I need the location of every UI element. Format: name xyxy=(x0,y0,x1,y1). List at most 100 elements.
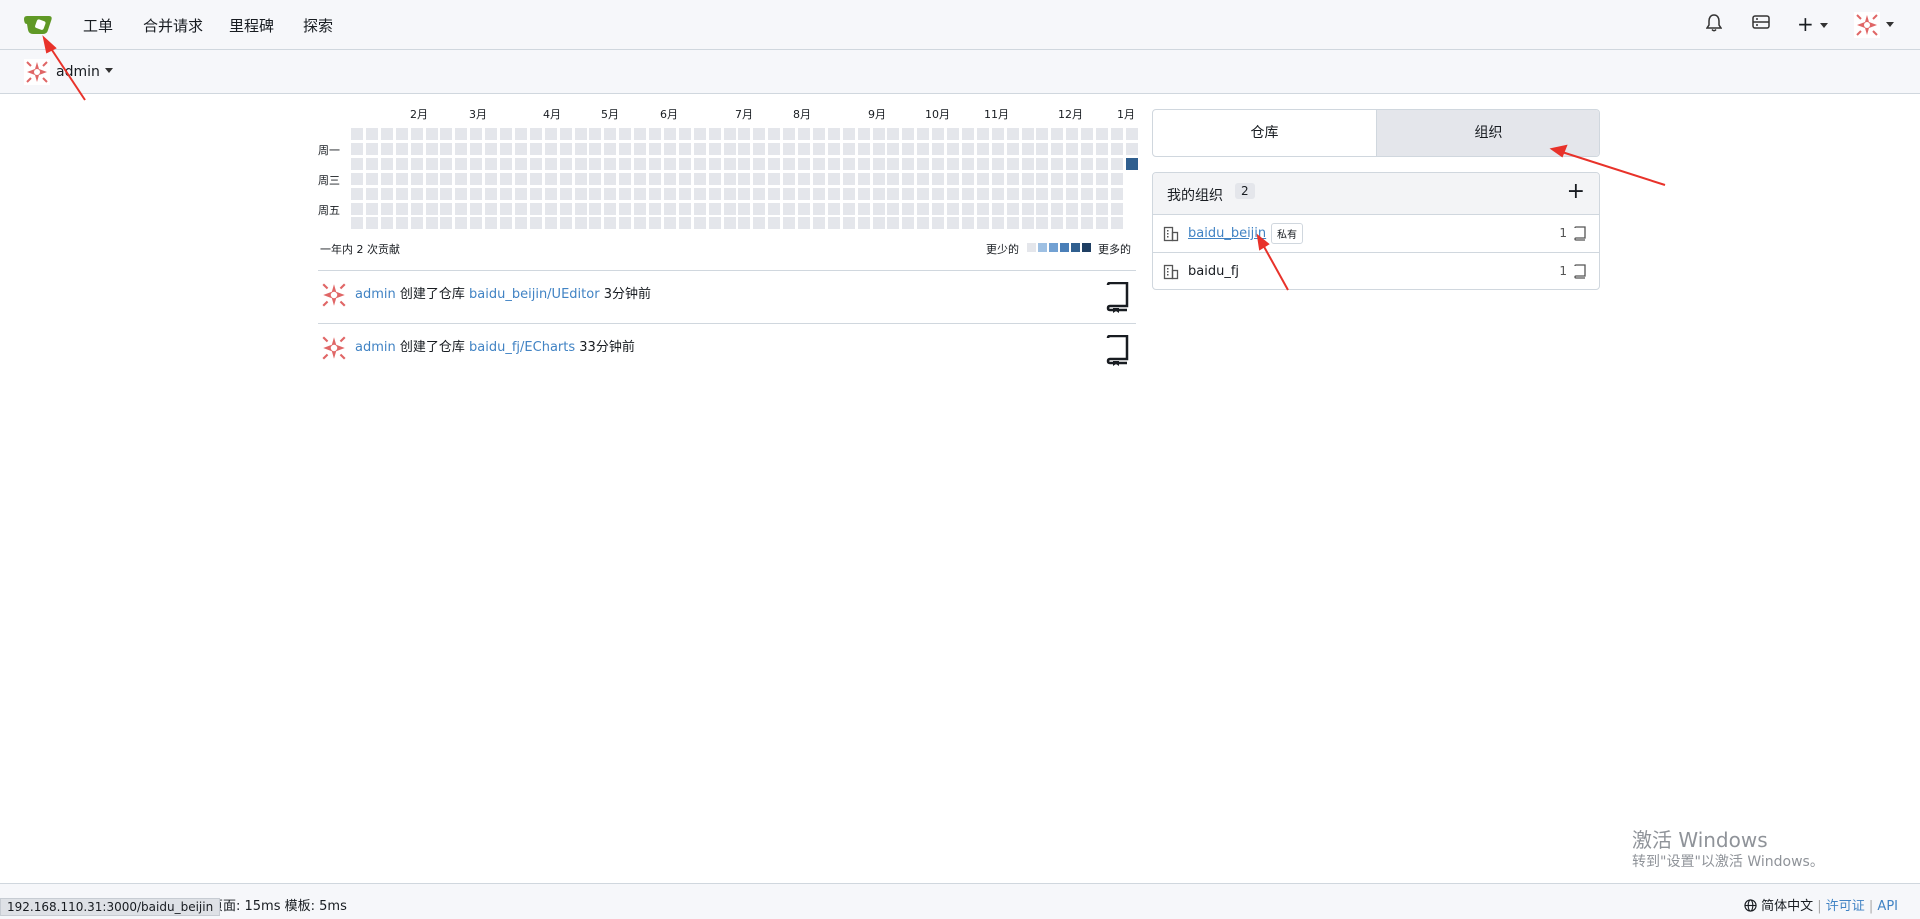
heatmap-cell[interactable] xyxy=(351,217,363,230)
heatmap-cell[interactable] xyxy=(872,202,885,215)
heatmap-cell[interactable] xyxy=(723,202,736,215)
feed-repo-link[interactable]: baidu_beijin/UEditor xyxy=(469,287,600,302)
heatmap-cell[interactable] xyxy=(619,202,632,215)
heatmap-cell[interactable] xyxy=(649,142,661,155)
heatmap-cell[interactable] xyxy=(649,172,661,185)
org-list-item[interactable]: baidu_beijin 私有 1 xyxy=(1153,215,1599,252)
heatmap-cell[interactable] xyxy=(529,172,542,185)
feed-repo-link[interactable]: baidu_fj/ECharts xyxy=(469,340,575,355)
heatmap-cell[interactable] xyxy=(812,217,825,230)
heatmap-cell[interactable] xyxy=(872,187,885,200)
heatmap-cell[interactable] xyxy=(1051,172,1064,185)
heatmap-cell[interactable] xyxy=(1006,128,1019,140)
heatmap-cell[interactable] xyxy=(410,172,423,185)
heatmap-cell[interactable] xyxy=(723,172,736,185)
heatmap-cell[interactable] xyxy=(887,157,900,170)
heatmap-cell[interactable] xyxy=(768,202,781,215)
heatmap-cell[interactable] xyxy=(1036,202,1049,215)
heatmap-cell[interactable] xyxy=(514,128,527,140)
heatmap-cell[interactable] xyxy=(872,142,885,155)
heatmap-cell[interactable] xyxy=(604,187,617,200)
heatmap-cell[interactable] xyxy=(470,187,483,200)
heatmap-cell[interactable] xyxy=(1066,172,1079,185)
heatmap-cell[interactable] xyxy=(1006,142,1019,155)
tab-organizations[interactable]: 组织 xyxy=(1376,110,1599,156)
heatmap-cell[interactable] xyxy=(544,187,557,200)
api-link[interactable]: API xyxy=(1877,899,1898,914)
heatmap-cell[interactable] xyxy=(1066,217,1079,230)
heatmap-cell[interactable] xyxy=(961,217,974,230)
heatmap-cell[interactable] xyxy=(589,217,602,230)
heatmap-cell[interactable] xyxy=(574,128,587,140)
heatmap-cell[interactable] xyxy=(559,157,572,170)
heatmap-cell[interactable] xyxy=(753,217,766,230)
heatmap-cell[interactable] xyxy=(395,187,408,200)
heatmap-cell[interactable] xyxy=(529,142,542,155)
heatmap-cell[interactable] xyxy=(678,142,691,155)
heatmap-cell[interactable] xyxy=(1096,128,1108,140)
heatmap-cell[interactable] xyxy=(887,202,900,215)
heatmap-cell[interactable] xyxy=(500,217,512,230)
heatmap-cell[interactable] xyxy=(991,142,1004,155)
heatmap-cell[interactable] xyxy=(663,202,676,215)
heatmap-cell[interactable] xyxy=(514,217,527,230)
heatmap-cell[interactable] xyxy=(932,187,945,200)
heatmap-cell[interactable] xyxy=(485,187,498,200)
heatmap-cell[interactable] xyxy=(783,142,796,155)
heatmap-cell[interactable] xyxy=(1096,202,1108,215)
heatmap-cell[interactable] xyxy=(917,157,930,170)
heatmap-cell[interactable] xyxy=(1110,142,1123,155)
heatmap-cell[interactable] xyxy=(470,128,483,140)
heatmap-cell[interactable] xyxy=(1110,128,1123,140)
heatmap-cell[interactable] xyxy=(947,202,959,215)
heatmap-cell[interactable] xyxy=(738,172,751,185)
nav-issues[interactable]: 工单 xyxy=(83,15,113,36)
gitea-logo-icon[interactable] xyxy=(22,12,54,38)
heatmap-cell[interactable] xyxy=(485,128,498,140)
heatmap-cell[interactable] xyxy=(663,142,676,155)
heatmap-cell[interactable] xyxy=(753,187,766,200)
nav-milestones[interactable]: 里程碑 xyxy=(229,15,274,36)
heatmap-cell[interactable] xyxy=(902,142,915,155)
heatmap-cell[interactable] xyxy=(440,202,453,215)
heatmap-cell[interactable] xyxy=(842,172,855,185)
heatmap-cell[interactable] xyxy=(902,187,915,200)
heatmap-cell[interactable] xyxy=(559,187,572,200)
heatmap-cell[interactable] xyxy=(991,157,1004,170)
heatmap-cell[interactable] xyxy=(768,217,781,230)
chevron-down-icon[interactable] xyxy=(105,68,113,73)
heatmap-cell[interactable] xyxy=(917,172,930,185)
heatmap-cell[interactable] xyxy=(574,187,587,200)
heatmap-cell[interactable] xyxy=(738,157,751,170)
heatmap-cell[interactable] xyxy=(678,187,691,200)
heatmap-cell[interactable] xyxy=(693,202,706,215)
heatmap-cell[interactable] xyxy=(768,142,781,155)
heatmap-cell[interactable] xyxy=(976,172,989,185)
heatmap-cell[interactable] xyxy=(485,217,498,230)
heatmap-cell[interactable] xyxy=(991,217,1004,230)
heatmap-cell[interactable] xyxy=(1125,157,1138,170)
heatmap-cell[interactable] xyxy=(589,128,602,140)
heatmap-cell[interactable] xyxy=(961,187,974,200)
heatmap-cell[interactable] xyxy=(857,217,870,230)
heatmap-cell[interactable] xyxy=(500,142,512,155)
heatmap-cell[interactable] xyxy=(738,142,751,155)
heatmap-cell[interactable] xyxy=(1036,142,1049,155)
heatmap-cell[interactable] xyxy=(440,172,453,185)
heatmap-cell[interactable] xyxy=(887,128,900,140)
heatmap-cell[interactable] xyxy=(395,142,408,155)
heatmap-cell[interactable] xyxy=(857,142,870,155)
heatmap-cell[interactable] xyxy=(812,202,825,215)
heatmap-cell[interactable] xyxy=(619,128,632,140)
tab-repositories[interactable]: 仓库 xyxy=(1153,110,1376,156)
heatmap-cell[interactable] xyxy=(887,172,900,185)
heatmap-cell[interactable] xyxy=(425,128,438,140)
heatmap-cell[interactable] xyxy=(902,202,915,215)
heatmap-cell[interactable] xyxy=(380,202,393,215)
heatmap-cell[interactable] xyxy=(440,217,453,230)
heatmap-cell[interactable] xyxy=(425,142,438,155)
heatmap-cell[interactable] xyxy=(932,128,945,140)
heatmap-cell[interactable] xyxy=(425,187,438,200)
heatmap-cell[interactable] xyxy=(604,172,617,185)
heatmap-cell[interactable] xyxy=(812,142,825,155)
